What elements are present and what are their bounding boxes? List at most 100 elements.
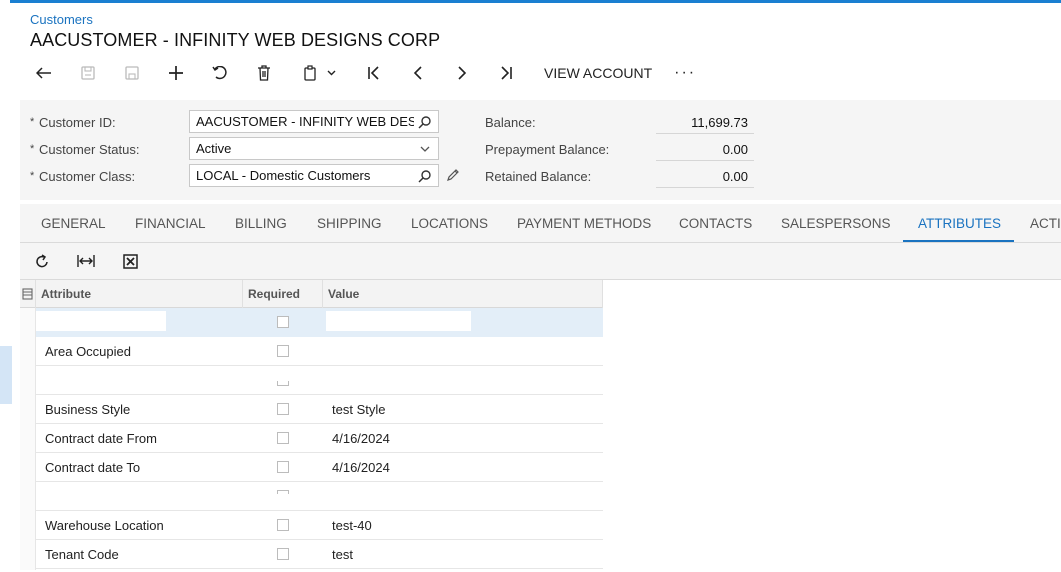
required-marker: * [30,143,35,155]
view-account-button[interactable]: VIEW ACCOUNT [528,58,668,88]
add-button[interactable] [154,58,198,88]
save-button[interactable] [110,58,154,88]
customer-id-field[interactable]: AACUSTOMER - INFINITY WEB DES [189,110,439,133]
table-row[interactable] [20,308,603,337]
table-row[interactable]: Tenant Code test [20,540,603,569]
fit-columns-button[interactable] [76,251,96,271]
required-checkbox[interactable] [277,432,289,444]
more-actions-button[interactable]: ··· [668,64,702,82]
save-close-icon [81,66,95,80]
grid-header: Attribute Required Value [20,280,603,308]
clipboard-menu-button[interactable] [286,58,352,88]
column-settings-icon [22,288,33,300]
table-row[interactable]: Warehouse Location test-40 [20,511,603,540]
toolbar: VIEW ACCOUNT ··· [22,58,702,88]
table-row[interactable]: Business Style test Style [20,395,603,424]
column-header-attribute[interactable]: Attribute [36,280,243,308]
required-checkbox[interactable] [277,345,289,357]
value-cell[interactable] [323,366,603,395]
required-marker: * [30,116,35,128]
row-selector-column [20,308,36,570]
previous-record-button[interactable] [396,58,440,88]
column-settings-cell[interactable] [20,280,36,308]
required-checkbox[interactable] [277,461,289,473]
required-checkbox[interactable] [277,403,289,415]
chevron-left-icon [413,66,422,80]
attributes-grid: Attribute Required Value Area Occupied B… [20,280,603,570]
breadcrumb[interactable]: Customers [30,12,93,27]
undo-button[interactable] [198,58,242,88]
table-row[interactable]: Area Occupied [20,337,603,366]
customer-class-label: Customer Class: [39,168,136,184]
table-row[interactable]: Contract date To 4/16/2024 [20,453,603,482]
grid-toolbar [20,243,1061,280]
undo-icon [212,66,227,80]
required-checkbox[interactable] [277,490,289,494]
customer-class-field[interactable]: LOCAL - Domestic Customers [189,164,439,187]
required-checkbox[interactable] [277,548,289,560]
refresh-button[interactable] [32,251,52,271]
top-accent-bar [0,0,1061,3]
value-cell[interactable]: 4/16/2024 [323,453,603,482]
first-record-button[interactable] [352,58,396,88]
attribute-cell: Area Occupied [45,344,131,359]
first-icon [368,66,379,80]
chevron-right-icon [458,66,467,80]
search-icon[interactable] [418,115,432,129]
tab-attributes[interactable]: ATTRIBUTES [918,204,1001,242]
search-icon[interactable] [418,169,432,183]
table-row[interactable] [20,482,603,511]
tab-billing[interactable]: BILLING [235,204,287,242]
tab-activities[interactable]: ACTI [1030,204,1061,242]
customer-id-label-row: * Customer ID: [30,111,116,133]
value-cell[interactable]: test [323,540,603,569]
save-icon [125,66,139,80]
attribute-cell: Warehouse Location [45,518,164,533]
customer-id-value: AACUSTOMER - INFINITY WEB DES [196,114,414,129]
retained-balance-label: Retained Balance: [485,169,592,184]
tab-shipping[interactable]: SHIPPING [317,204,382,242]
required-marker: * [30,170,35,182]
value-cell[interactable]: test-40 [323,511,603,540]
attribute-cell [36,482,243,511]
back-arrow-icon [36,67,51,79]
required-checkbox[interactable] [277,381,289,386]
tab-salespersons[interactable]: SALESPERSONS [781,204,891,242]
trash-icon [258,65,270,81]
value-cell[interactable] [323,337,603,366]
delete-button[interactable] [242,58,286,88]
tab-general[interactable]: GENERAL [41,204,106,242]
value-cell[interactable] [323,482,603,511]
tab-financial[interactable]: FINANCIAL [135,204,206,242]
attribute-cell: Contract date From [45,431,157,446]
export-excel-button[interactable] [120,251,140,271]
table-row[interactable]: Contract date From 4/16/2024 [20,424,603,453]
edit-pencil-icon[interactable] [446,168,460,182]
column-header-required[interactable]: Required [243,280,323,308]
tab-locations[interactable]: LOCATIONS [411,204,488,242]
customer-status-value: Active [196,141,232,156]
table-row[interactable] [20,366,603,395]
attribute-cell: Business Style [45,402,131,417]
back-button[interactable] [22,58,66,88]
attribute-cell: Tenant Code [45,547,119,562]
next-record-button[interactable] [440,58,484,88]
value-cell[interactable]: test Style [323,395,603,424]
column-header-value[interactable]: Value [323,280,603,308]
chevron-down-icon [420,146,430,152]
prepayment-balance-value: 0.00 [656,139,754,161]
chevron-down-icon [327,70,335,76]
customer-class-value: LOCAL - Domestic Customers [196,168,371,183]
retained-balance-value: 0.00 [656,166,754,188]
tab-contacts[interactable]: CONTACTS [679,204,752,242]
excel-icon [122,253,138,269]
customer-status-select[interactable]: Active [189,137,439,160]
last-record-button[interactable] [484,58,528,88]
value-cell[interactable]: 4/16/2024 [323,424,603,453]
plus-icon [169,66,183,80]
required-checkbox[interactable] [277,316,289,328]
save-close-button[interactable] [66,58,110,88]
required-checkbox[interactable] [277,519,289,531]
tab-payment-methods[interactable]: PAYMENT METHODS [517,204,651,242]
clipboard-icon [303,65,316,81]
